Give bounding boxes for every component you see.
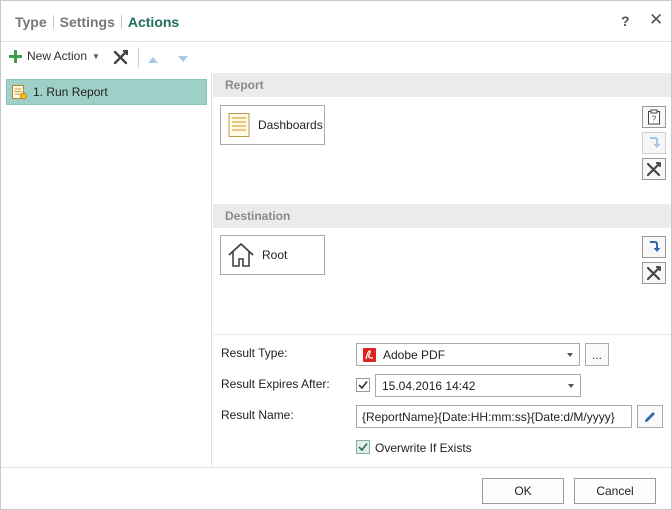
home-icon xyxy=(228,243,254,267)
tab-actions[interactable]: Actions xyxy=(128,14,179,30)
cancel-button[interactable]: Cancel xyxy=(574,478,656,504)
ok-button[interactable]: OK xyxy=(482,478,564,504)
tab-settings[interactable]: Settings xyxy=(60,14,115,30)
new-action-label: New Action xyxy=(27,49,88,63)
result-type-options-button[interactable]: ... xyxy=(585,343,609,366)
arrow-down-icon xyxy=(178,56,188,62)
result-expires-value: 15.04.2016 14:42 xyxy=(382,378,476,393)
chevron-down-icon: ▼ xyxy=(92,51,100,61)
action-details: Report Dashboards ? Destination Root Res… xyxy=(213,73,671,467)
move-up-button[interactable] xyxy=(147,53,159,67)
delete-icon xyxy=(646,266,661,281)
checkmark-icon xyxy=(358,443,368,452)
result-expires-label: Result Expires After: xyxy=(221,377,330,391)
report-item-dashboards[interactable]: Dashboards xyxy=(220,105,325,145)
action-list: 1. Run Report xyxy=(1,73,212,467)
report-section-header: Report xyxy=(213,73,671,97)
tab-separator xyxy=(120,15,122,29)
result-type-value: Adobe PDF xyxy=(383,347,446,362)
arrow-up-icon xyxy=(148,57,158,63)
result-expires-checkbox[interactable] xyxy=(356,378,370,392)
delete-icon xyxy=(646,162,661,177)
overwrite-label: Overwrite If Exists xyxy=(375,441,472,455)
section-divider xyxy=(213,334,671,335)
result-type-select[interactable]: Adobe PDF xyxy=(356,343,580,366)
clipboard-icon: ? xyxy=(648,109,660,125)
help-button[interactable]: ? xyxy=(621,13,630,29)
select-report-button[interactable]: ? xyxy=(642,106,666,128)
result-type-label: Result Type: xyxy=(221,346,288,360)
navigate-arrow-icon xyxy=(650,137,661,148)
destination-item-label: Root xyxy=(262,248,288,262)
close-button[interactable]: ✕ xyxy=(649,10,663,30)
overwrite-checkbox[interactable] xyxy=(356,440,370,454)
dialog: Type Settings Actions ? ✕ New Action ▼ 1… xyxy=(0,0,672,510)
delete-icon xyxy=(113,50,128,65)
remove-report-button[interactable] xyxy=(642,158,666,180)
chevron-down-icon xyxy=(568,384,574,388)
action-item-label: 1. Run Report xyxy=(33,85,108,99)
report-document-icon xyxy=(228,113,250,137)
result-name-label: Result Name: xyxy=(221,408,294,422)
result-expires-select[interactable]: 15.04.2016 14:42 xyxy=(375,374,581,397)
destination-section-header: Destination xyxy=(213,204,671,228)
title-bar: Type Settings Actions ? ✕ xyxy=(1,1,671,42)
actions-toolbar: New Action ▼ xyxy=(1,43,671,72)
action-item-run-report[interactable]: 1. Run Report xyxy=(6,79,207,105)
dialog-footer: OK Cancel xyxy=(1,467,671,509)
move-down-button[interactable] xyxy=(177,53,189,67)
tab-type[interactable]: Type xyxy=(15,14,47,30)
delete-action-button[interactable] xyxy=(113,49,129,68)
svg-text:?: ? xyxy=(652,115,657,124)
toolbar-separator xyxy=(138,47,139,68)
pencil-icon xyxy=(645,411,655,422)
edit-result-name-button[interactable] xyxy=(637,405,663,428)
tab-separator xyxy=(52,15,54,29)
chevron-down-icon xyxy=(567,353,573,357)
pdf-icon xyxy=(363,347,376,362)
report-navigate-button[interactable] xyxy=(642,132,666,154)
remove-destination-button[interactable] xyxy=(642,262,666,284)
new-action-button[interactable]: New Action ▼ xyxy=(9,49,100,63)
checkmark-icon xyxy=(358,381,368,390)
wizard-tabs: Type Settings Actions xyxy=(15,14,179,30)
report-item-label: Dashboards xyxy=(258,118,323,132)
navigate-arrow-icon xyxy=(650,241,661,252)
report-icon xyxy=(12,85,27,100)
result-name-input[interactable] xyxy=(356,405,632,428)
plus-icon xyxy=(9,49,22,63)
select-destination-button[interactable] xyxy=(642,236,666,258)
destination-item-root[interactable]: Root xyxy=(220,235,325,275)
